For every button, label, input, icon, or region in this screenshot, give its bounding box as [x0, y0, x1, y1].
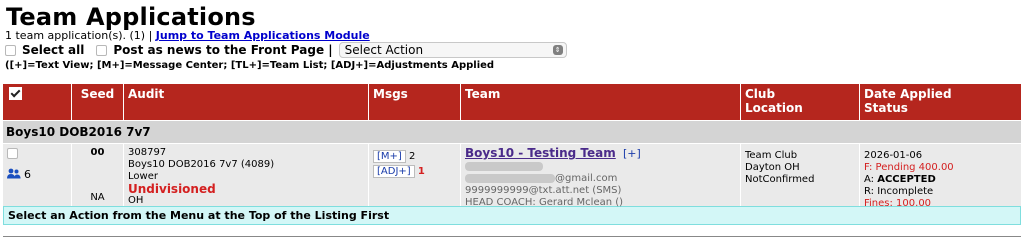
audit-division: Boys10 DOB2016 7v7 (4089)	[128, 159, 275, 170]
division-group-row: Boys10 DOB2016 7v7	[3, 120, 1021, 143]
head-coach-line: HEAD COACH: Gerard Mclean ()	[465, 197, 624, 208]
page-title: Team Applications	[6, 3, 256, 31]
team-cell: Boys10 - Testing Team [+] @gmail.com 999…	[460, 144, 740, 208]
divider	[3, 236, 1021, 237]
users-link[interactable]: 6	[7, 168, 67, 182]
applications-table: Seed Audit Msgs Team Club Location Date …	[3, 84, 1021, 225]
header-location: Location	[745, 101, 803, 115]
date-status-cell: 2026-01-06 F: Pending 400.00 A: ACCEPTED…	[859, 144, 1021, 209]
club-location: Dayton OH	[745, 162, 800, 173]
users-icon	[7, 168, 21, 182]
audit-state: OH	[128, 195, 144, 206]
select-all-label: Select all	[22, 43, 85, 57]
seed-cell: 00 NA	[71, 144, 123, 206]
adjustments-row: [ADJ+] 1	[373, 165, 456, 178]
message-count: 2	[409, 151, 416, 162]
header-team: Team	[460, 84, 740, 120]
action-select-value: Select Action	[344, 43, 424, 57]
message-center-link[interactable]: [M+]	[373, 150, 406, 163]
table-row: 6 00 NA 308797 Boys10 DOB2016 7v7 (4089)…	[3, 143, 1021, 209]
team-text-view-link[interactable]: [+]	[623, 147, 641, 160]
message-center-row: [M+] 2	[373, 150, 456, 163]
acceptance-status: A: ACCEPTED	[864, 174, 1017, 186]
header-status: Status	[864, 101, 908, 115]
header-audit: Audit	[123, 84, 368, 120]
club-cell: Team Club Dayton OH NotConfirmed	[740, 144, 859, 206]
acceptance-value: ACCEPTED	[877, 174, 936, 185]
select-chevron-icon: ⇕	[552, 45, 563, 55]
header-check-cell	[3, 84, 71, 120]
header-msgs: Msgs	[368, 84, 460, 120]
header-club: Club	[745, 87, 776, 101]
acceptance-prefix: A:	[864, 174, 878, 185]
header-seed: Seed	[71, 84, 123, 120]
audit-id: 308797	[128, 147, 167, 158]
email-line: @gmail.com	[465, 173, 736, 185]
seed-na: NA	[90, 192, 105, 203]
legend-text: ([+]=Text View; [M+]=Message Center; [TL…	[5, 60, 495, 71]
sms-line: 9999999999@txt.att.net (SMS)	[465, 185, 622, 196]
header-date-status: Date Applied Status	[859, 84, 1021, 120]
date-applied: 2026-01-06	[864, 150, 923, 161]
header-date-applied: Date Applied	[864, 87, 952, 101]
audit-status: Undivisioned	[128, 182, 216, 196]
post-news-label: Post as news to the Front Page |	[113, 43, 333, 57]
select-all-checkbox[interactable]	[5, 44, 16, 56]
redacted-contact	[465, 161, 736, 173]
club-status: NotConfirmed	[745, 174, 815, 185]
table-header: Seed Audit Msgs Team Club Location Date …	[3, 84, 1021, 120]
audit-cell: 308797 Boys10 DOB2016 7v7 (4089) Lower U…	[123, 144, 368, 206]
header-club-location: Club Location	[740, 84, 859, 120]
club-name: Team Club	[745, 150, 798, 161]
post-news-checkbox[interactable]	[96, 44, 108, 56]
action-select[interactable]: Select Action ⇕	[338, 42, 567, 58]
adjustments-count: 1	[417, 166, 425, 177]
row-select-cell: 6	[3, 144, 71, 206]
adjustments-link[interactable]: [ADJ+]	[373, 165, 415, 178]
pending-fee: F: Pending 400.00	[864, 162, 954, 173]
header-select-all-checkbox[interactable]	[9, 87, 22, 100]
toolbar: Select all Post as news to the Front Pag…	[5, 41, 567, 59]
row-checkbox[interactable]	[7, 148, 18, 159]
msgs-cell: [M+] 2 [ADJ+] 1	[368, 144, 460, 206]
seed-value: 00	[90, 147, 105, 158]
email-suffix: @gmail.com	[555, 173, 618, 184]
team-name-link[interactable]: Boys10 - Testing Team	[465, 146, 616, 160]
roster-status: R: Incomplete	[864, 186, 934, 197]
users-count: 6	[24, 168, 31, 181]
fines: Fines: 100.00	[864, 198, 932, 209]
